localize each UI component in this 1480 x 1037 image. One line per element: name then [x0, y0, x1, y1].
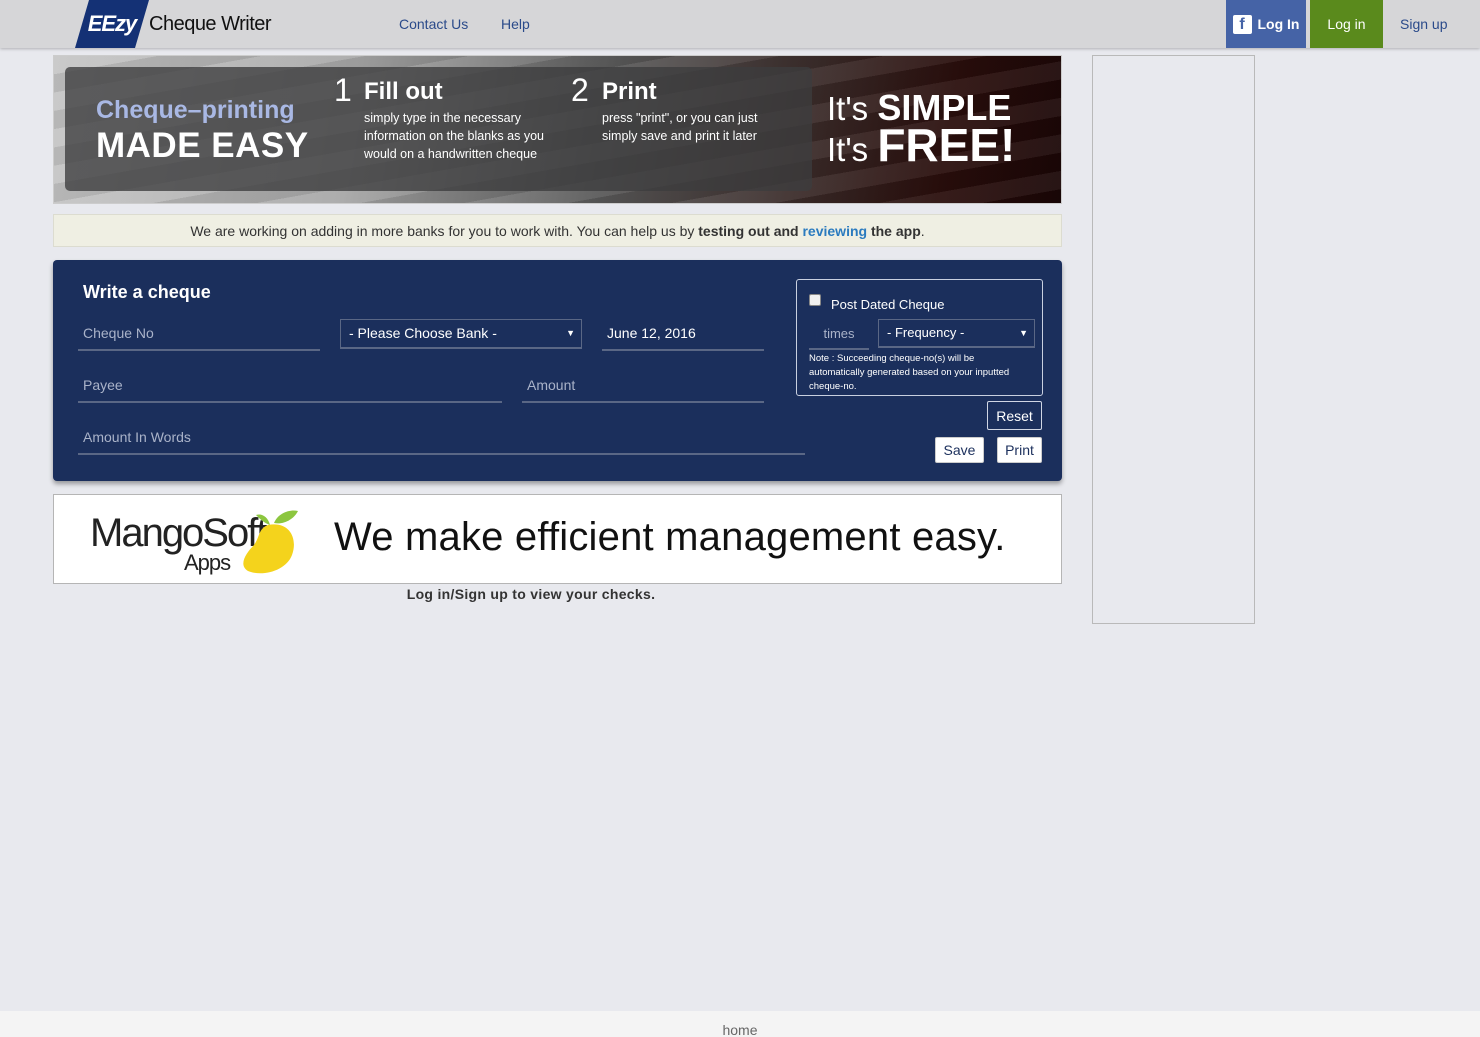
nav-help-link[interactable]: Help [501, 16, 530, 32]
reviewing-link[interactable]: reviewing [802, 223, 867, 239]
app-logo[interactable]: EEzy Cheque Writer [75, 0, 272, 48]
nav-contact-us-link[interactable]: Contact Us [399, 16, 468, 32]
mango-icon [243, 510, 298, 574]
payee-input[interactable]: Payee [78, 371, 502, 403]
free-word: FREE! [877, 119, 1016, 171]
facebook-login-button[interactable]: f Log In [1226, 0, 1306, 48]
hero-banner: Cheque–printing MADE EASY 1 Fill out sim… [53, 55, 1062, 204]
chevron-down-icon: ▼ [566, 328, 575, 338]
date-input[interactable]: June 12, 2016 [602, 319, 764, 351]
step2-number: 2 [571, 72, 589, 108]
post-dated-checkbox[interactable] [809, 294, 821, 306]
step2-description: press "print", or you can just simply sa… [602, 111, 758, 143]
notice-bold-testing: testing out and [698, 223, 799, 239]
chevron-down-icon: ▼ [1019, 328, 1028, 338]
amount-in-words-input[interactable]: Amount In Words [78, 423, 805, 455]
footer-home-link[interactable]: home [722, 1022, 757, 1037]
write-cheque-form: Write a cheque Cheque No - Please Choose… [53, 260, 1062, 481]
times-input[interactable]: times [809, 322, 869, 350]
ad-brand-apps: Apps [184, 550, 231, 575]
cheque-no-input[interactable]: Cheque No [78, 319, 320, 351]
notice-bold-app: the app [870, 223, 921, 239]
post-dated-label: Post Dated Cheque [831, 297, 945, 312]
hero-tagline-line2: MADE EASY [96, 126, 309, 165]
frequency-select[interactable]: - Frequency - ▼ [878, 319, 1035, 348]
post-dated-panel: Post Dated Cheque times - Frequency - ▼ … [796, 279, 1043, 396]
login-button[interactable]: Log in [1310, 0, 1383, 48]
notice-end: . [920, 223, 925, 239]
notice-bar: We are working on adding in more banks f… [53, 214, 1062, 247]
write-cheque-title: Write a cheque [83, 282, 211, 302]
simple-prefix: It's [827, 90, 869, 127]
signup-link[interactable]: Sign up [1400, 16, 1447, 32]
facebook-icon: f [1232, 14, 1252, 34]
ad-slogan: We make efficient management easy. [334, 515, 1006, 559]
mangosoft-ad-banner[interactable]: MangoSoft Apps We make efficient managem… [53, 494, 1062, 584]
step1-description: simply type in the necessary information… [364, 111, 544, 161]
bank-select[interactable]: - Please Choose Bank - ▼ [340, 319, 582, 349]
sidebar-ad-placeholder [1092, 55, 1255, 624]
hero-simple-free-text: It's SIMPLE It's FREE! [827, 90, 1015, 169]
facebook-login-label: Log In [1257, 16, 1300, 32]
post-dated-note: Note : Succeeding cheque-no(s) will be a… [809, 353, 1010, 392]
logo-text: Cheque Writer [149, 12, 272, 35]
print-button[interactable]: Print [997, 437, 1042, 463]
login-signup-note: Log in/Sign up to view your checks. [406, 586, 656, 602]
reset-button[interactable]: Reset [987, 401, 1042, 430]
amount-input[interactable]: Amount [522, 371, 764, 403]
step1-number: 1 [334, 72, 352, 108]
hero-tagline-line1: Cheque–printing [96, 96, 295, 124]
bank-select-value: - Please Choose Bank - [349, 325, 497, 341]
save-button[interactable]: Save [935, 437, 984, 463]
step1-title: Fill out [364, 78, 443, 105]
top-navbar: EEzy Cheque Writer Contact Us Help f Log… [0, 0, 1480, 48]
free-prefix: It's [827, 131, 869, 168]
logo-badge: EEzy [75, 0, 149, 48]
hero-free-line: It's FREE! [827, 122, 1015, 168]
frequency-select-value: - Frequency - [887, 325, 965, 340]
notice-text: We are working on adding in more banks f… [190, 223, 695, 239]
logo-mark: EEzy [87, 11, 138, 36]
footer: home [0, 1011, 1480, 1037]
step2-title: Print [602, 78, 657, 105]
